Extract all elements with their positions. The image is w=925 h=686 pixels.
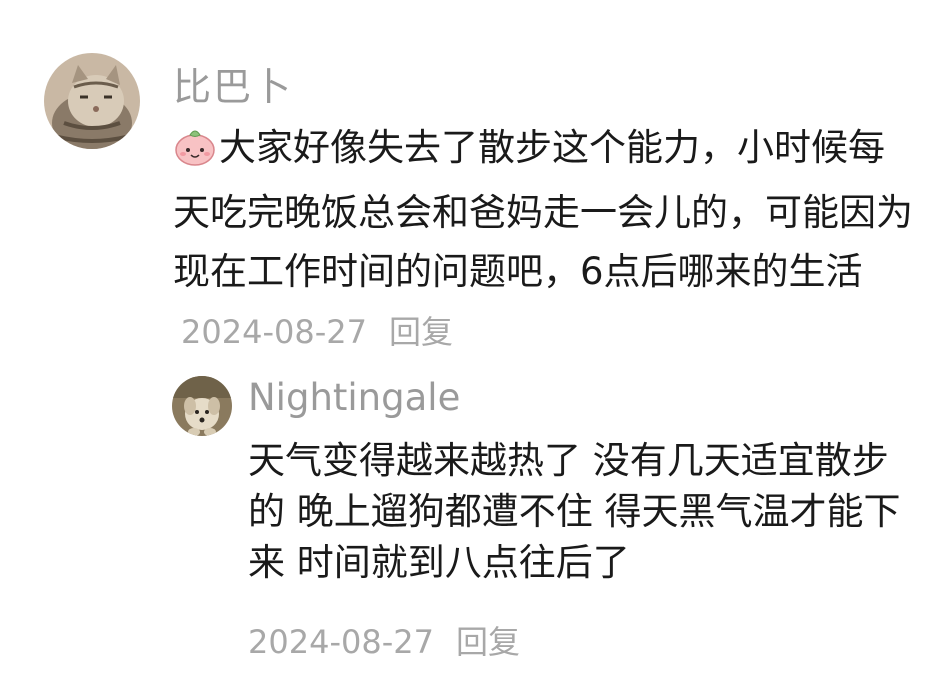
comment-date: 2024-08-27 [181, 313, 367, 351]
dog-avatar[interactable] [172, 376, 232, 436]
reply-text: 天气变得越来越热了 没有几天适宜散步的 晚上遛狗都遭不住 得天黑气温才能下来 时… [248, 439, 901, 584]
reply-date: 2024-08-27 [248, 623, 434, 661]
comment-text: 大家好像失去了散步这个能力，小时候每天吃完晚饭总会和爸妈走一会儿的，可能因为现在… [173, 126, 913, 293]
comment-body: 大家好像失去了散步这个能力，小时候每天吃完晚饭总会和爸妈走一会儿的，可能因为现在… [173, 118, 918, 362]
reply-button[interactable]: 回复 [389, 313, 453, 351]
cat-avatar[interactable] [44, 53, 140, 149]
reply-username[interactable]: Nightingale [248, 376, 460, 419]
reply-button[interactable]: 回复 [456, 623, 520, 661]
reply-meta: 2024-08-27 回复 [248, 617, 520, 663]
comment-meta: 2024-08-27 回复 [181, 313, 453, 351]
username[interactable]: 比巴卜 [173, 56, 293, 111]
peach-emoji-icon [173, 124, 217, 183]
